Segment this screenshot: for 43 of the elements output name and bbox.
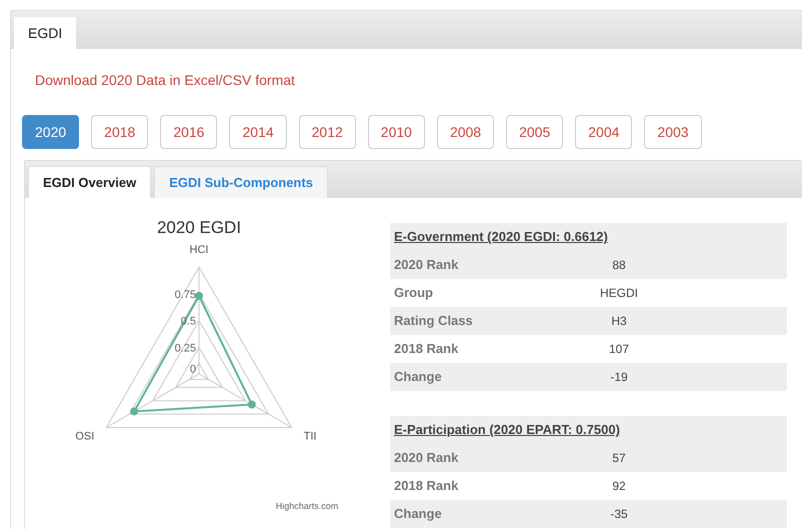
year-button[interactable]: 2003 [644,115,702,149]
year-button[interactable]: 2014 [229,115,287,149]
row-value: 57 [611,450,627,467]
row-value: 92 [611,478,627,495]
row-label: Group [394,284,434,302]
row-value: 107 [608,341,630,358]
axis-label: HCI [190,244,208,256]
section-heading: E-Government (2020 EGDI: 0.6612) [394,228,608,246]
row-value: H3 [610,313,628,330]
row-value: -19 [609,369,629,386]
row-label: 2018 Rank [394,340,460,358]
row-label: 2020 Rank [394,256,460,274]
axis-label: OSI [75,430,94,442]
chart-credit[interactable]: Highcharts.com [276,501,338,511]
tick-label: 0.75 [174,288,196,301]
row-value: -35 [609,506,629,523]
data-point [248,400,256,408]
tab[interactable]: EGDI Overview [28,166,152,198]
chart-title: 2020 EGDI [156,218,242,237]
row-label: Change [394,505,443,524]
row-label: 2018 Rank [394,477,460,496]
data-point [130,407,138,416]
year-button[interactable]: 2018 [91,115,148,149]
year-button[interactable]: 2008 [436,115,494,149]
row-label: Change [394,368,443,386]
row-label: Rating Class [394,312,474,330]
year-button[interactable]: 2020 [22,115,80,149]
tick-label: 0 [190,364,196,376]
year-button[interactable]: 2004 [575,115,632,149]
data-point [195,292,203,300]
year-button[interactable]: 2016 [160,115,218,149]
row-value: HEGDI [598,285,639,302]
download-link[interactable]: Download 2020 Data in Excel/CSV format [35,72,295,88]
year-button[interactable]: 2010 [368,115,425,149]
section-heading: E-Participation (2020 EPART: 0.7500) [394,421,620,440]
row-value: 88 [611,257,627,274]
axis-label: TII [304,430,316,442]
tab[interactable]: EGDI [14,17,76,49]
row-label: 2020 Rank [394,449,460,468]
tab[interactable]: EGDI Sub-Components [154,166,328,198]
year-button[interactable]: 2005 [506,115,564,149]
year-button[interactable]: 2012 [298,115,356,149]
tick-label: 0.25 [174,342,196,354]
